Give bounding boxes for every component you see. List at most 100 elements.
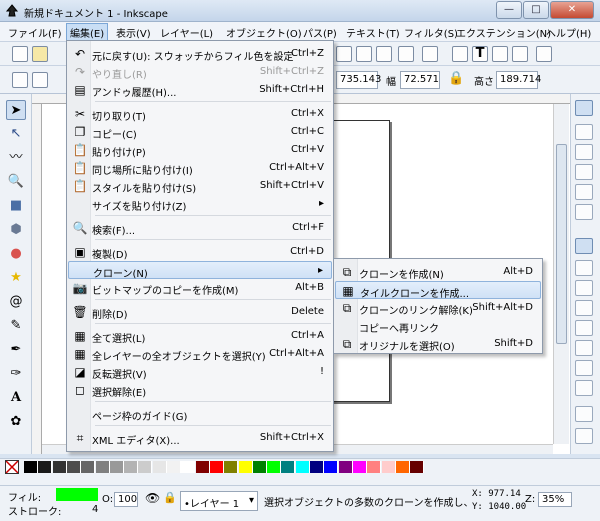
no-paint-swatch[interactable]	[5, 460, 19, 474]
palette-swatch[interactable]	[52, 461, 67, 473]
snap-rotation-icon[interactable]	[575, 380, 593, 396]
palette-swatch[interactable]	[310, 461, 324, 473]
menu-object[interactable]: オブジェクト(O)	[226, 25, 302, 40]
edit-menu-item[interactable]: ◻ 選択解除(E)	[68, 381, 332, 399]
palette-swatch[interactable]	[238, 461, 253, 473]
minimize-button[interactable]: —	[496, 1, 522, 19]
snap-midpoint-icon[interactable]	[575, 340, 593, 356]
select-all-tool-icon[interactable]	[12, 72, 28, 88]
x-field[interactable]: 735.143	[336, 71, 381, 89]
new-document-icon[interactable]	[12, 46, 28, 62]
select-all-layers-tool-icon[interactable]	[32, 72, 48, 88]
edit-menu-item[interactable]: クローン(N) ▸	[68, 261, 332, 280]
palette-swatch[interactable]	[95, 461, 110, 473]
zoom-field[interactable]: 35%	[538, 492, 572, 507]
edit-menu-item[interactable]: ↶ 元に戻す(U): スウォッチからフィル色を設定 Ctrl+Z	[68, 45, 332, 63]
menu-extensions[interactable]: エクステンション(N)	[456, 25, 551, 40]
group-icon[interactable]	[336, 46, 352, 62]
palette-swatch[interactable]	[295, 461, 310, 473]
text-tool-icon[interactable]: A	[6, 388, 26, 408]
xml-icon[interactable]	[492, 46, 508, 62]
snap-bbox-icon[interactable]	[575, 124, 593, 140]
palette-swatch[interactable]	[124, 461, 139, 473]
snap-enable-icon[interactable]	[575, 100, 593, 116]
spray-tool-icon[interactable]: ✿	[6, 412, 26, 432]
palette-scrollbar[interactable]	[0, 476, 600, 485]
palette-swatch[interactable]	[252, 461, 267, 473]
palette-swatch[interactable]	[138, 461, 153, 473]
pen-tool-icon[interactable]: ✒	[6, 340, 26, 360]
snap-center-icon[interactable]	[575, 360, 593, 376]
edit-menu-item[interactable]: ⌗ XML エディタ(X)... Shift+Ctrl+X	[68, 429, 332, 447]
palette-swatch[interactable]	[395, 461, 410, 473]
menu-view[interactable]: 表示(V)	[116, 25, 151, 40]
clone-submenu-item[interactable]: コピーへ再リンク	[335, 317, 541, 335]
fill-stroke-icon[interactable]	[452, 46, 468, 62]
edit-menu-item[interactable]: サイズを貼り付け(Z) ▸	[68, 195, 332, 213]
close-button[interactable]: ✕	[550, 1, 594, 19]
edit-menu-item[interactable]: 🔍 検索(F)... Ctrl+F	[68, 219, 332, 237]
menu-filters[interactable]: フィルタ(S)	[404, 25, 458, 40]
palette-swatch[interactable]	[267, 461, 282, 473]
edit-menu-item[interactable]: 📷 ビットマップのコピーを作成(M) Alt+B	[68, 279, 332, 297]
calligraphy-tool-icon[interactable]: ✑	[6, 364, 26, 384]
opacity-field[interactable]: 100	[114, 492, 138, 507]
edit-menu-item[interactable]: 📋 スタイルを貼り付け(S) Shift+Ctrl+V	[68, 177, 332, 195]
ungroup-icon[interactable]	[356, 46, 372, 62]
palette-swatch[interactable]	[38, 461, 53, 473]
snap-paths-icon[interactable]	[575, 260, 593, 276]
edit-menu-item[interactable]: ↷ やり直し(R) Shift+Ctrl+Z	[68, 63, 332, 81]
3d-box-tool-icon[interactable]: ⬢	[6, 220, 26, 240]
layer-select[interactable]: •レイヤー 1 ▾	[180, 491, 258, 511]
edit-menu-item[interactable]: ✂ 切り取り(T) Ctrl+X	[68, 105, 332, 123]
align-icon[interactable]	[422, 46, 438, 62]
vertical-scroll-thumb[interactable]	[556, 144, 567, 344]
text-font-icon[interactable]: T	[472, 46, 488, 62]
zoom-tool-icon[interactable]: 🔍	[6, 172, 26, 192]
palette-swatch[interactable]	[338, 461, 353, 473]
pencil-tool-icon[interactable]: ✎	[6, 316, 26, 336]
edit-menu-item[interactable]: ▣ 複製(D) Ctrl+D	[68, 243, 332, 261]
edit-menu-item[interactable]: ▤ アンドゥ履歴(H)... Shift+Ctrl+H	[68, 81, 332, 99]
palette-swatch[interactable]	[224, 461, 239, 473]
palette-swatch[interactable]	[109, 461, 124, 473]
snap-intersections-icon[interactable]	[575, 280, 593, 296]
menu-layer[interactable]: レイヤー(L)	[160, 25, 213, 40]
palette-swatch[interactable]	[367, 461, 382, 473]
edit-menu-item[interactable]: 📋 貼り付け(P) Ctrl+V	[68, 141, 332, 159]
layers-icon[interactable]	[512, 46, 528, 62]
width-field[interactable]: 72.571	[400, 71, 440, 89]
edit-menu-item[interactable]: 🗑 削除(D) Delete	[68, 303, 332, 321]
menu-help[interactable]: ヘルプ(H)	[546, 25, 591, 40]
clone-submenu-item[interactable]: ⧉ クローンのリンク解除(K) Shift+Alt+D	[335, 299, 541, 317]
palette-swatch[interactable]	[181, 461, 196, 473]
edit-menu-item[interactable]: ページ枠のガイド(G)	[68, 405, 332, 423]
palette-swatch[interactable]	[152, 461, 167, 473]
clone-submenu-item[interactable]: ⧉ オリジナルを選択(O) Shift+D	[335, 335, 541, 353]
menu-file[interactable]: ファイル(F)	[8, 25, 62, 40]
snap-smooth-icon[interactable]	[575, 320, 593, 336]
star-tool-icon[interactable]: ★	[6, 268, 26, 288]
height-field[interactable]: 189.714	[496, 71, 541, 89]
snap-bbox-midpoint-icon[interactable]	[575, 184, 593, 200]
palette-swatch[interactable]	[209, 461, 224, 473]
clone-tool-icon[interactable]	[376, 46, 392, 62]
edit-menu-item[interactable]: ◪ 反転選択(V)!	[68, 363, 332, 381]
duplicate-tool-icon[interactable]	[398, 46, 414, 62]
edit-menu-item[interactable]: ▦ 全て選択(L) Ctrl+A	[68, 327, 332, 345]
palette-swatch[interactable]	[324, 461, 339, 473]
snap-bbox-center-icon[interactable]	[575, 204, 593, 220]
menu-text[interactable]: テキスト(T)	[346, 25, 400, 40]
palette-swatch[interactable]	[281, 461, 296, 473]
tweak-tool-icon[interactable]: 〰	[6, 148, 26, 168]
snap-bbox-edge-icon[interactable]	[575, 144, 593, 160]
palette-swatch[interactable]	[352, 461, 367, 473]
palette-swatch[interactable]	[410, 461, 425, 473]
snap-page-icon[interactable]	[575, 406, 593, 422]
palette-swatch[interactable]	[167, 461, 181, 473]
palette-swatch[interactable]	[381, 461, 396, 473]
edit-menu-item[interactable]: ▦ 全レイヤーの全オブジェクトを選択(Y) Ctrl+Alt+A	[68, 345, 332, 363]
ellipse-tool-icon[interactable]: ●	[6, 244, 26, 264]
vertical-scrollbar[interactable]	[553, 104, 569, 444]
rectangle-tool-icon[interactable]: ■	[6, 196, 26, 216]
